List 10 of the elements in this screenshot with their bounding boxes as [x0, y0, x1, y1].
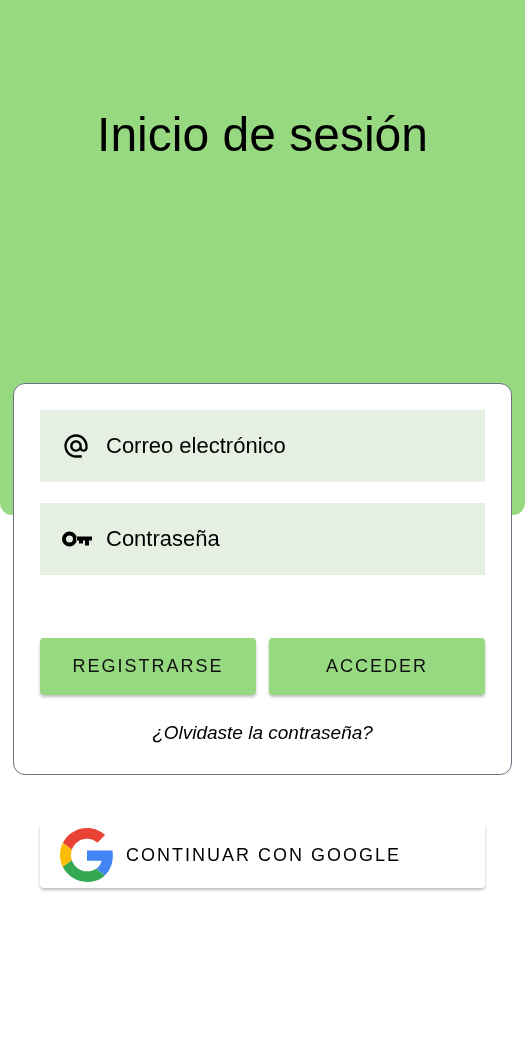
at-sign-icon: [62, 432, 90, 460]
google-g-icon: [60, 828, 114, 882]
forgot-password-link[interactable]: ¿Olvidaste la contraseña?: [152, 719, 373, 748]
password-field[interactable]: Contraseña: [40, 503, 485, 575]
google-sign-in-button[interactable]: CONTINUAR CON GOOGLE: [40, 822, 485, 888]
register-button[interactable]: REGISTRARSE: [40, 638, 256, 695]
page-title: Inicio de sesión: [97, 107, 428, 163]
login-button[interactable]: ACCEDER: [269, 638, 485, 695]
key-icon: [62, 531, 92, 547]
email-field[interactable]: Correo electrónico: [40, 410, 485, 482]
